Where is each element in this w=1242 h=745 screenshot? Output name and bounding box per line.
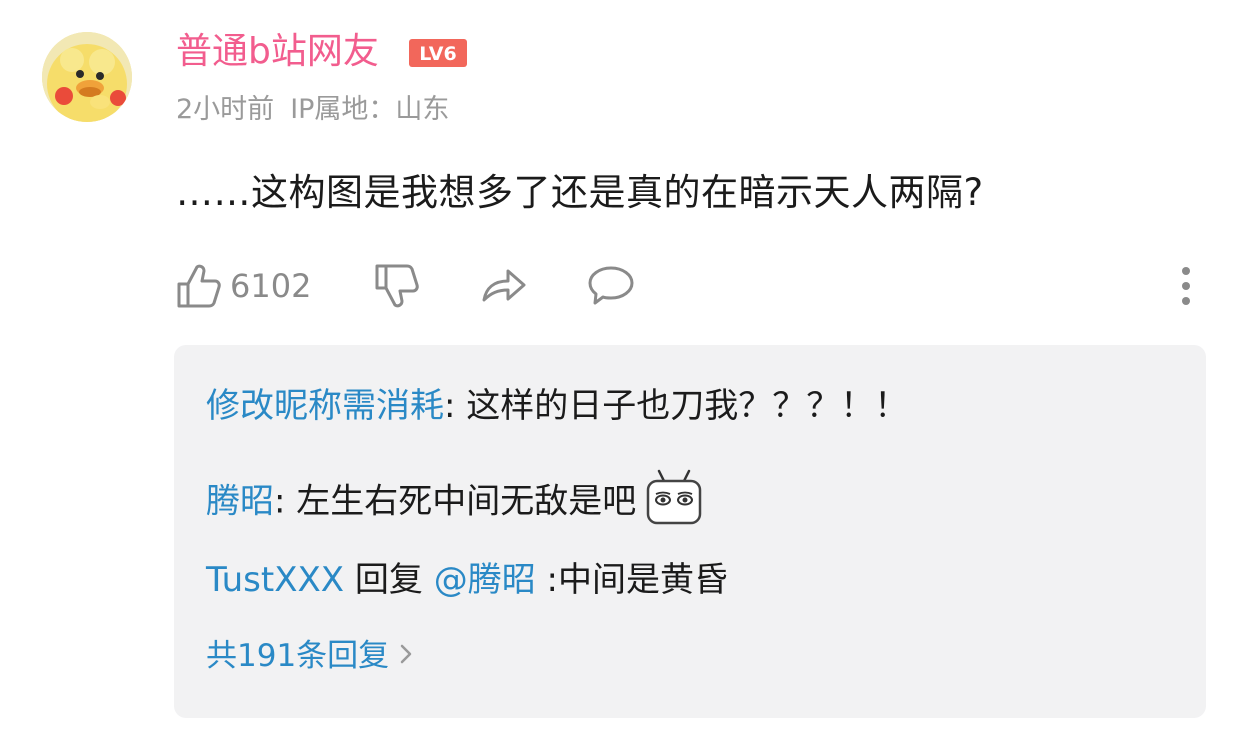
reply-button[interactable] <box>586 258 636 314</box>
tv-face-emoji <box>644 467 704 527</box>
username[interactable]: 普通b站网友 <box>176 30 379 74</box>
thumbs-up-icon <box>177 264 221 308</box>
reply-text: :中间是黄昏 <box>535 560 728 600</box>
share-button[interactable] <box>480 258 528 314</box>
chat-bubble-icon <box>588 266 634 305</box>
yellow-duck-avatar-image <box>42 32 132 122</box>
level-text: LV6 <box>419 43 456 65</box>
more-replies-label: 共191条回复 <box>206 638 390 674</box>
comment-text: ……这构图是我想多了还是真的在暗示天人两隔? <box>176 171 984 214</box>
dislike-button[interactable] <box>374 258 420 314</box>
more-options-button[interactable] <box>1172 258 1200 314</box>
reply-item: 修改昵称需消耗: 这样的日子也刀我？？？！！ <box>206 383 908 429</box>
level-badge: LV6 <box>408 38 468 68</box>
comment-time: 2小时前 <box>176 94 275 125</box>
reply-mention[interactable]: @腾昭 <box>434 560 536 600</box>
comment-meta: 2小时前 IP属地：山东 <box>176 92 449 128</box>
like-count: 6102 <box>230 267 312 305</box>
avatar[interactable] <box>42 32 132 122</box>
thumbs-down-icon <box>375 264 419 308</box>
reply-connector: 回复 <box>344 560 434 600</box>
reply-item: 腾昭: 左生右死中间无敌是吧 <box>206 469 704 533</box>
reply-author[interactable]: 腾昭 <box>206 482 274 522</box>
share-arrow-icon <box>482 269 526 302</box>
chevron-right-icon <box>399 635 413 677</box>
view-more-replies-link[interactable]: 共191条回复 <box>206 635 413 679</box>
reply-author[interactable]: TustXXX <box>206 560 344 600</box>
reply-text: : 这样的日子也刀我？？？！！ <box>444 386 909 426</box>
reply-author[interactable]: 修改昵称需消耗 <box>206 386 444 426</box>
reply-item: TustXXX 回复 @腾昭 :中间是黄昏 <box>206 557 728 603</box>
reply-text: : 左生右死中间无敌是吧 <box>274 481 637 522</box>
vertical-dots-icon <box>1182 267 1190 305</box>
ip-location: IP属地：山东 <box>290 94 450 125</box>
like-button[interactable]: 6102 <box>176 258 311 314</box>
replies-panel: 修改昵称需消耗: 这样的日子也刀我？？？！！ 腾昭: 左生右死中间无敌是吧 Tu… <box>174 345 1206 718</box>
comment-actions: 6102 <box>176 258 1216 314</box>
